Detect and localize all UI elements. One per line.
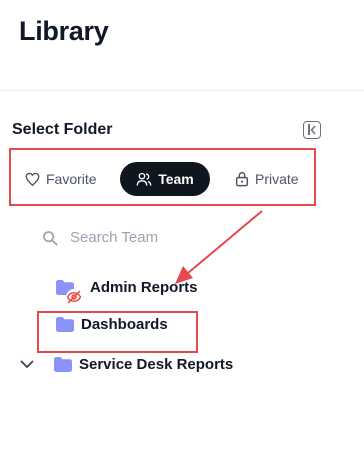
annotation-arrow — [175, 210, 263, 284]
